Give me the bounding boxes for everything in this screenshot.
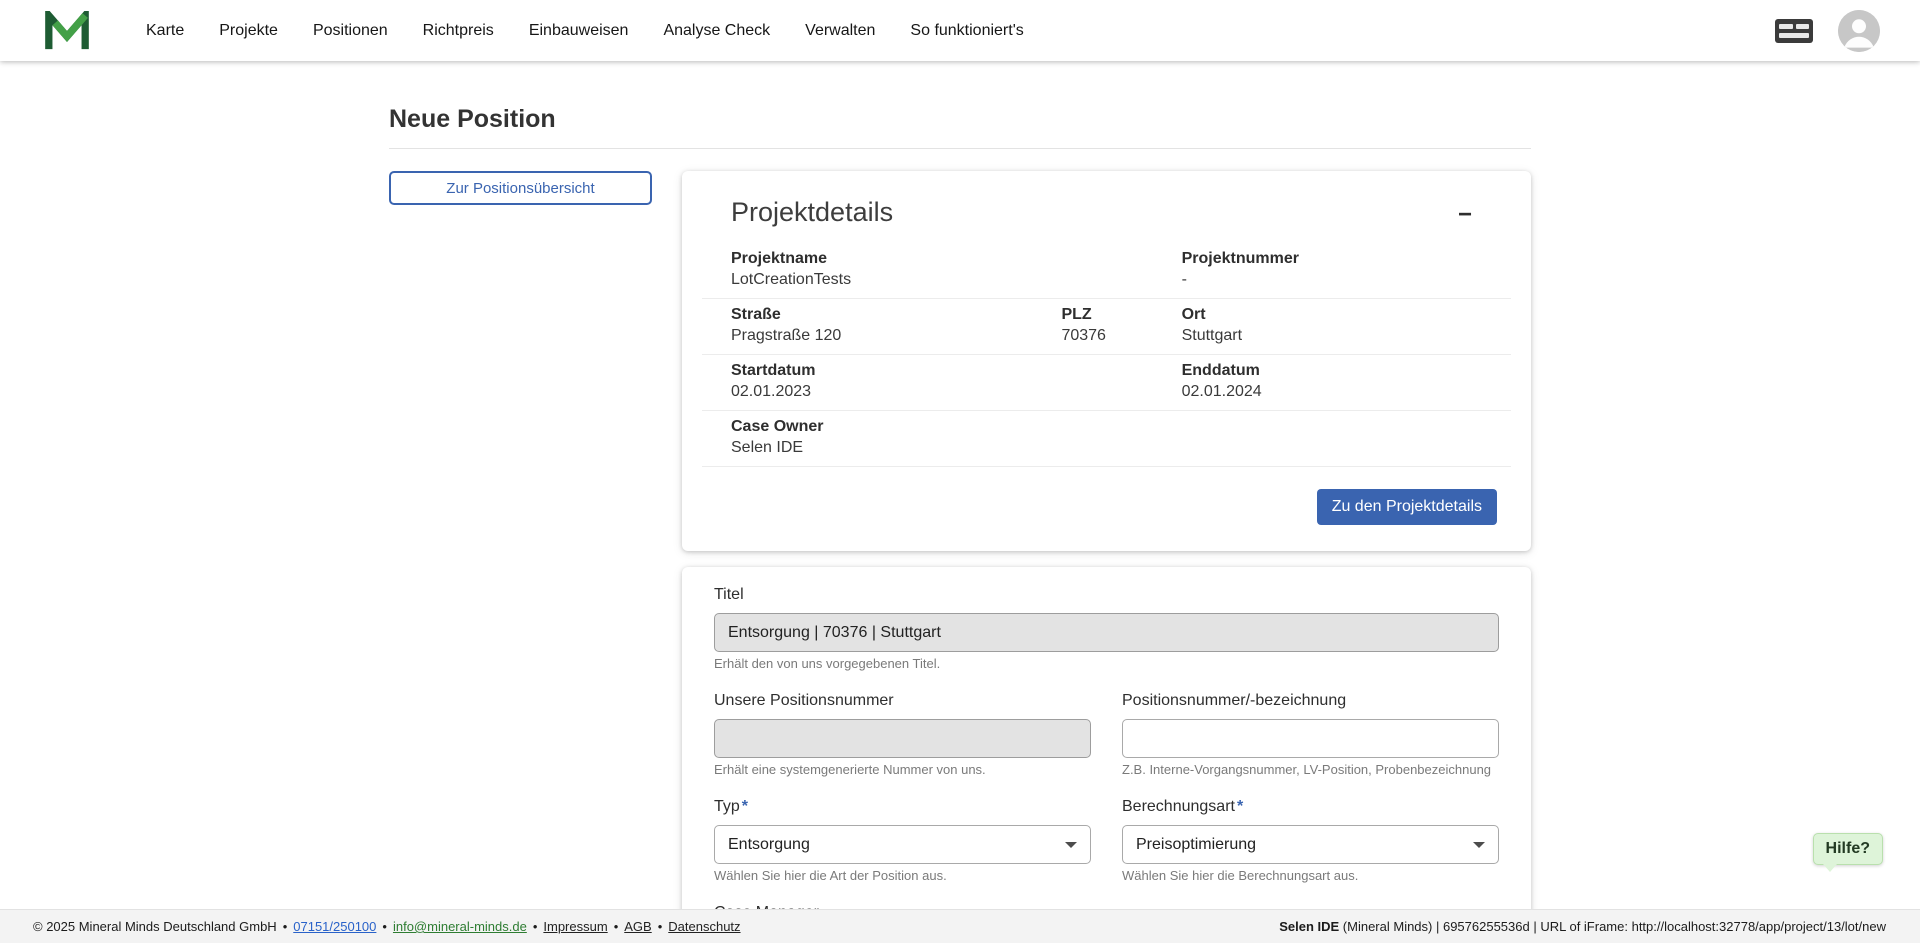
- typ-select[interactable]: Entsorgung: [714, 825, 1091, 864]
- datenschutz-link[interactable]: Datenschutz: [668, 919, 740, 934]
- footer-separator: •: [283, 919, 288, 934]
- titel-hint: Erhält den von uns vorgegebenen Titel.: [714, 656, 1499, 671]
- positionsbezeichnung-input[interactable]: [1122, 719, 1499, 758]
- projektname-value: LotCreationTests: [731, 270, 1061, 290]
- table-row: Straße Pragstraße 120 PLZ 70376 Ort Stut…: [702, 299, 1511, 355]
- right-column: Projektdetails − Projektname LotCreation…: [682, 171, 1531, 943]
- mineral-minds-logo-icon: [44, 11, 90, 51]
- footer-separator: •: [658, 919, 663, 934]
- left-column: Zur Positionsübersicht: [389, 171, 652, 205]
- nav-item-verwalten[interactable]: Verwalten: [805, 22, 875, 40]
- enddatum-value: 02.01.2024: [1182, 382, 1482, 402]
- session-details: (Mineral Minds) | 69576255536d | URL of …: [1339, 919, 1886, 934]
- enddatum-label: Enddatum: [1182, 361, 1482, 381]
- projektnummer-label: Projektnummer: [1182, 249, 1482, 269]
- typ-label: Typ*: [714, 797, 1091, 816]
- nav-item-projekte[interactable]: Projekte: [219, 22, 278, 40]
- position-form-card: Titel Erhält den von uns vorgegebenen Ti…: [682, 567, 1531, 943]
- strasse-label: Straße: [731, 305, 1061, 325]
- session-info: Selen IDE (Mineral Minds) | 69576255536d…: [1279, 919, 1886, 934]
- footer-separator: •: [382, 919, 387, 934]
- main-content: Neue Position Zur Positionsübersicht Pro…: [0, 105, 1920, 943]
- projektname-label: Projektname: [731, 249, 1061, 269]
- nav-item-richtpreis[interactable]: Richtpreis: [423, 22, 494, 40]
- positionsnummer-hint: Erhält eine systemgenerierte Nummer von …: [714, 762, 1091, 777]
- berechnungsart-select[interactable]: Preisoptimierung: [1122, 825, 1499, 864]
- titel-label: Titel: [714, 585, 1499, 604]
- typ-hint: Wählen Sie hier die Art der Position aus…: [714, 868, 1091, 883]
- project-details-title: Projektdetails: [731, 197, 893, 228]
- ort-value: Stuttgart: [1182, 326, 1482, 346]
- main-navigation: Karte Projekte Positionen Richtpreis Ein…: [146, 22, 1024, 40]
- page-title: Neue Position: [389, 105, 1531, 134]
- table-row: Projektname LotCreationTests Projektnumm…: [702, 243, 1511, 299]
- session-user: Selen IDE: [1279, 919, 1339, 934]
- impressum-link[interactable]: Impressum: [543, 919, 607, 934]
- positionsbezeichnung-label: Positionsnummer/-bezeichnung: [1122, 691, 1499, 710]
- startdatum-value: 02.01.2023: [731, 382, 1061, 402]
- email-link[interactable]: info@mineral-minds.de: [393, 919, 527, 934]
- required-marker: *: [742, 798, 748, 815]
- positionsbezeichnung-hint: Z.B. Interne-Vorgangsnummer, LV-Position…: [1122, 762, 1499, 777]
- chevron-down-icon: [1065, 842, 1077, 848]
- keypad-icon: [1774, 18, 1814, 44]
- nav-item-karte[interactable]: Karte: [146, 22, 184, 40]
- nav-item-analyse-check[interactable]: Analyse Check: [663, 22, 770, 40]
- nav-item-einbauweisen[interactable]: Einbauweisen: [529, 22, 629, 40]
- berechnungsart-label: Berechnungsart*: [1122, 797, 1499, 816]
- footer: © 2025 Mineral Minds Deutschland GmbH • …: [0, 909, 1920, 943]
- footer-links: © 2025 Mineral Minds Deutschland GmbH • …: [33, 919, 741, 934]
- header-actions: [1774, 10, 1880, 52]
- positions-overview-button[interactable]: Zur Positionsübersicht: [389, 171, 652, 205]
- berechnungsart-hint: Wählen Sie hier die Berechnungsart aus.: [1122, 868, 1499, 883]
- project-details-button[interactable]: Zu den Projektdetails: [1317, 489, 1497, 525]
- chevron-down-icon: [1473, 842, 1485, 848]
- case-owner-value: Selen IDE: [731, 438, 1061, 458]
- project-details-table: Projektname LotCreationTests Projektnumm…: [702, 243, 1511, 467]
- berechnungsart-select-value: Preisoptimierung: [1136, 836, 1256, 854]
- help-button[interactable]: Hilfe?: [1813, 833, 1883, 865]
- person-icon: [1838, 10, 1880, 52]
- phone-link[interactable]: 07151/250100: [293, 919, 376, 934]
- title-divider: [389, 148, 1531, 149]
- nav-item-positionen[interactable]: Positionen: [313, 22, 388, 40]
- plz-value: 70376: [1061, 326, 1181, 346]
- top-nav: Karte Projekte Positionen Richtpreis Ein…: [0, 0, 1920, 61]
- positionsnummer-input[interactable]: [714, 719, 1091, 758]
- typ-select-value: Entsorgung: [728, 836, 810, 854]
- strasse-value: Pragstraße 120: [731, 326, 1061, 346]
- collapse-button[interactable]: −: [1448, 197, 1482, 233]
- project-details-card: Projektdetails − Projektname LotCreation…: [682, 171, 1531, 551]
- plz-label: PLZ: [1061, 305, 1181, 325]
- copyright-text: © 2025 Mineral Minds Deutschland GmbH: [33, 919, 277, 934]
- case-owner-label: Case Owner: [731, 417, 1061, 437]
- nav-item-so-funktionierts[interactable]: So funktioniert's: [910, 22, 1023, 40]
- titel-input[interactable]: [714, 613, 1499, 652]
- table-row: Startdatum 02.01.2023 Enddatum 02.01.202…: [702, 355, 1511, 411]
- app-logo[interactable]: [44, 10, 90, 52]
- required-marker: *: [1237, 798, 1243, 815]
- startdatum-label: Startdatum: [731, 361, 1061, 381]
- footer-separator: •: [614, 919, 619, 934]
- agb-link[interactable]: AGB: [624, 919, 651, 934]
- footer-separator: •: [533, 919, 538, 934]
- ort-label: Ort: [1182, 305, 1482, 325]
- user-avatar[interactable]: [1838, 10, 1880, 52]
- table-row: Case Owner Selen IDE: [702, 411, 1511, 467]
- positionsnummer-label: Unsere Positionsnummer: [714, 691, 1091, 710]
- terminal-icon[interactable]: [1774, 18, 1814, 44]
- projektnummer-value: -: [1182, 270, 1482, 290]
